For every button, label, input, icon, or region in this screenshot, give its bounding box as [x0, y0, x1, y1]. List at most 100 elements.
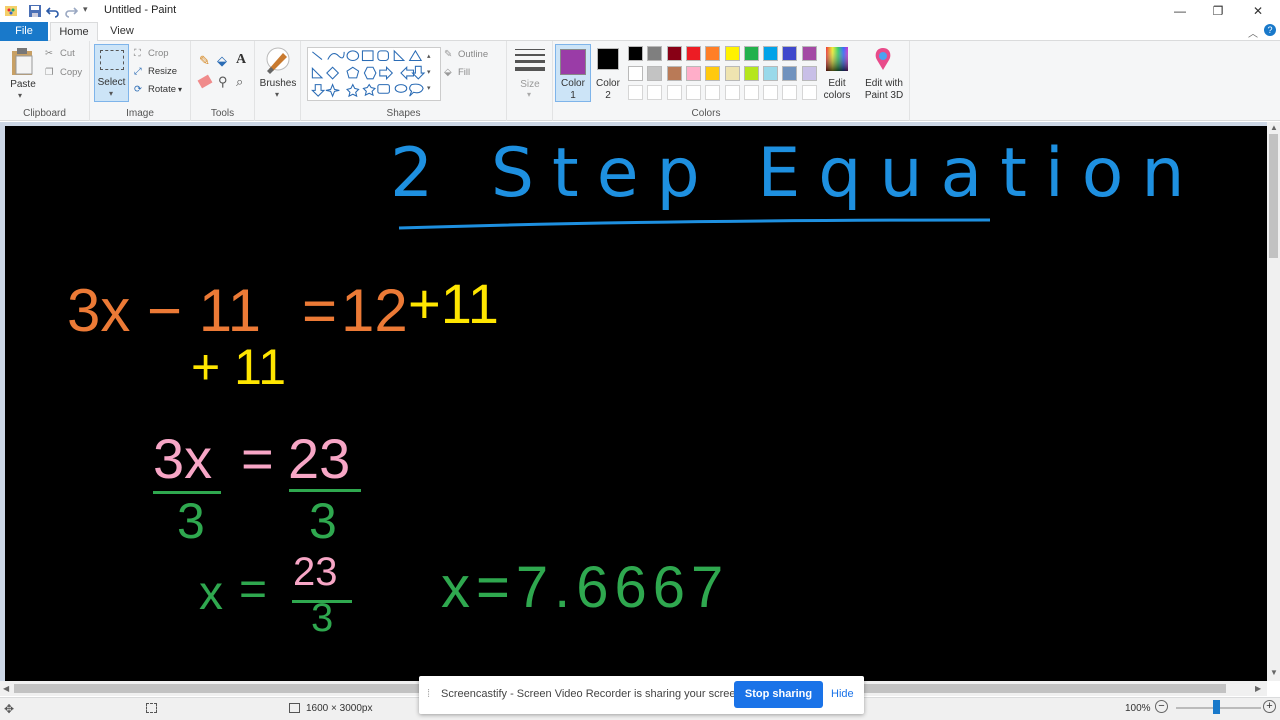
- palette-swatch[interactable]: [666, 65, 682, 81]
- shapes-gallery[interactable]: [307, 47, 441, 101]
- paint3d-icon[interactable]: [871, 46, 895, 74]
- equation-line4-numerator: 23: [293, 550, 338, 594]
- scroll-right-icon[interactable]: ▶: [1255, 684, 1261, 693]
- crop-button[interactable]: Crop: [148, 48, 169, 59]
- help-icon[interactable]: ?: [1264, 24, 1276, 36]
- canvas-title: 2 Step Equation: [390, 134, 1203, 213]
- clipboard-group: Paste ▾ ✂ Cut ❐ Copy Clipboard: [0, 41, 90, 121]
- pencil-icon[interactable]: ✎: [199, 53, 210, 69]
- redo-icon[interactable]: [64, 4, 78, 18]
- edit-colors-button[interactable]: Edit colors: [817, 78, 857, 102]
- palette-swatch[interactable]: [782, 46, 798, 61]
- tab-file[interactable]: File: [0, 22, 48, 41]
- resize-button[interactable]: Resize: [148, 66, 177, 77]
- palette-swatch[interactable]: [685, 65, 701, 81]
- colors-group: Color 1 Color 2 Edit colors Edit with Pa…: [553, 41, 910, 121]
- color2-button[interactable]: Color 2: [593, 78, 623, 102]
- color-picker-icon[interactable]: ⚲: [218, 74, 228, 90]
- edit-paint3d-button[interactable]: Edit with Paint 3D: [859, 78, 909, 102]
- zoom-out-icon[interactable]: −: [1155, 700, 1168, 713]
- size-icon[interactable]: [515, 49, 545, 71]
- shapes-scroll-icon[interactable]: ▴ ▾ ▾: [427, 49, 431, 97]
- select-button[interactable]: Select ▾: [94, 44, 129, 102]
- tab-view[interactable]: View: [100, 22, 144, 42]
- palette-swatch[interactable]: [801, 85, 817, 100]
- hide-button[interactable]: Hide: [831, 688, 854, 700]
- eraser-icon[interactable]: [197, 74, 213, 89]
- scroll-up-icon[interactable]: ▲: [1270, 123, 1278, 132]
- vertical-scrollbar[interactable]: ▲ ▼: [1267, 122, 1280, 681]
- palette-swatch[interactable]: [724, 85, 740, 100]
- zoom-in-icon[interactable]: +: [1263, 700, 1276, 713]
- ribbon: Paste ▾ ✂ Cut ❐ Copy Clipboard Select ▾ …: [0, 41, 1280, 121]
- palette-swatch[interactable]: [685, 85, 701, 100]
- undo-icon[interactable]: [46, 4, 60, 18]
- qat-dropdown-icon[interactable]: ▾: [83, 4, 88, 15]
- minimize-button[interactable]: —: [1160, 0, 1200, 22]
- palette-swatch[interactable]: [705, 85, 721, 100]
- palette-swatch[interactable]: [705, 46, 721, 61]
- vertical-scroll-thumb[interactable]: [1269, 134, 1278, 258]
- crop-icon: ⛶: [134, 48, 141, 59]
- image-group-label: Image: [126, 108, 154, 119]
- palette-swatch[interactable]: [628, 65, 643, 81]
- clipboard-group-label: Clipboard: [23, 108, 66, 119]
- equation-line2-add-left: + 11: [191, 339, 286, 395]
- palette-swatch[interactable]: [801, 65, 817, 81]
- palette-swatch[interactable]: [724, 65, 740, 81]
- palette-swatch[interactable]: [724, 46, 740, 61]
- scroll-left-icon[interactable]: ◀: [3, 684, 9, 693]
- copy-button[interactable]: Copy: [60, 67, 82, 78]
- palette-swatch[interactable]: [647, 46, 663, 61]
- color1-label: Color 1: [561, 78, 585, 101]
- brushes-icon[interactable]: [263, 47, 293, 75]
- rotate-dropdown-icon[interactable]: ▾: [178, 85, 182, 94]
- paste-icon[interactable]: [10, 47, 36, 77]
- palette-swatch[interactable]: [685, 46, 701, 61]
- stop-sharing-button[interactable]: Stop sharing: [734, 681, 823, 708]
- fill-icon[interactable]: ⬙: [217, 53, 227, 69]
- text-icon[interactable]: A: [236, 52, 246, 68]
- edit-colors-icon[interactable]: [825, 46, 849, 72]
- drag-handle-icon[interactable]: ⁞: [427, 688, 430, 700]
- palette-swatch[interactable]: [666, 85, 682, 100]
- palette-swatch[interactable]: [647, 65, 663, 81]
- color2-swatch[interactable]: [597, 48, 619, 70]
- select-dropdown-icon: ▾: [109, 89, 114, 98]
- palette-swatch[interactable]: [763, 46, 779, 61]
- scroll-down-icon[interactable]: ▼: [1270, 668, 1278, 677]
- save-icon[interactable]: [28, 4, 42, 18]
- rotate-button[interactable]: Rotate: [148, 84, 176, 95]
- close-button[interactable]: ✕: [1238, 0, 1278, 22]
- paste-dropdown-icon[interactable]: ▾: [18, 91, 22, 100]
- palette-swatch[interactable]: [666, 46, 682, 61]
- palette-swatch[interactable]: [743, 65, 759, 81]
- palette-swatch[interactable]: [782, 65, 798, 81]
- palette-swatch[interactable]: [743, 46, 759, 61]
- palette-swatch[interactable]: [763, 85, 779, 100]
- cut-button[interactable]: Cut: [60, 48, 75, 59]
- palette-swatch[interactable]: [743, 85, 759, 100]
- palette-swatch[interactable]: [763, 65, 779, 81]
- palette-swatch[interactable]: [801, 46, 817, 61]
- palette-swatch[interactable]: [647, 85, 663, 100]
- drawing-canvas[interactable]: 2 Step Equation 3x − 11 = 12 +11 + 11 3x…: [5, 126, 1267, 681]
- brushes-group: Brushes ▾: [255, 41, 301, 121]
- cut-icon: ✂: [45, 48, 53, 59]
- outline-button[interactable]: Outline: [458, 49, 488, 60]
- brushes-button[interactable]: Brushes: [255, 78, 301, 90]
- brushes-dropdown-icon[interactable]: ▾: [275, 90, 279, 99]
- palette-swatch[interactable]: [705, 65, 721, 81]
- tab-home[interactable]: Home: [50, 22, 98, 42]
- fill-button[interactable]: Fill: [458, 67, 470, 78]
- zoom-slider-thumb[interactable]: [1213, 700, 1220, 714]
- palette-swatch[interactable]: [628, 85, 643, 100]
- palette-swatch[interactable]: [782, 85, 798, 100]
- maximize-button[interactable]: ❐: [1198, 0, 1238, 22]
- palette-swatch[interactable]: [628, 46, 643, 61]
- magnifier-icon[interactable]: ⌕: [236, 74, 243, 90]
- paste-button[interactable]: Paste: [6, 79, 40, 91]
- color1-button[interactable]: Color 1: [555, 44, 591, 102]
- size-dropdown-icon[interactable]: ▾: [527, 90, 531, 99]
- collapse-ribbon-icon[interactable]: ︿: [1248, 25, 1258, 40]
